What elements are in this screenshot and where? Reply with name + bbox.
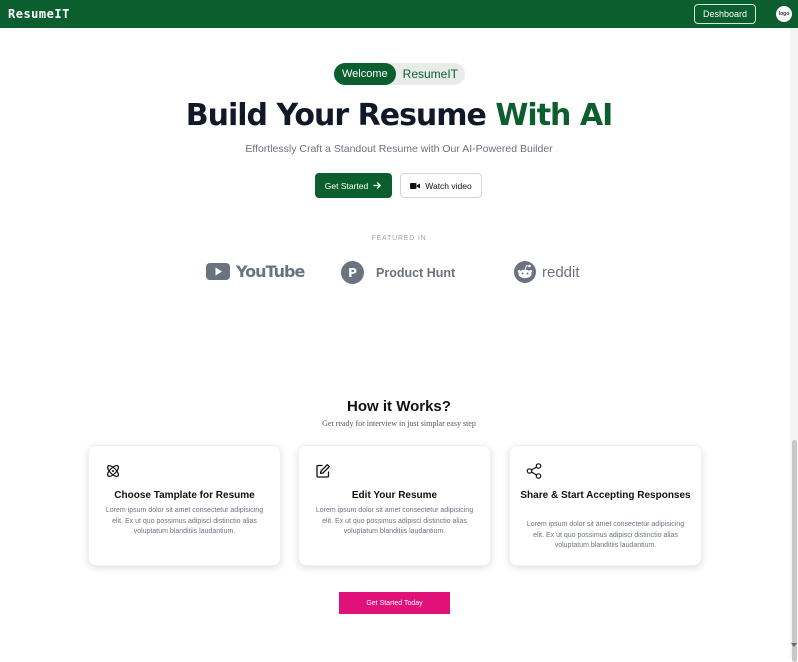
share-icon	[526, 463, 542, 479]
step-card-choose-template: Choose Tamplate for Resume Lorem ipsum d…	[88, 445, 281, 566]
youtube-icon	[206, 263, 230, 280]
step-card-title: Edit Your Resume	[351, 490, 438, 501]
how-it-works-subtitle: Get ready for interview in just simplar …	[322, 419, 476, 428]
arrow-right-icon	[373, 182, 382, 189]
dashboard-button[interactable]: Deshboard	[693, 4, 756, 24]
hero-subtitle: Effortlessly Craft a Standout Resume wit…	[245, 143, 553, 155]
scrollbar-thumb[interactable]	[792, 440, 797, 662]
atom-icon	[107, 465, 119, 477]
step-card-text: Lorem ipsum dolor sit amet consectetur a…	[315, 507, 474, 535]
step-card-title: Choose Tamplate for Resume	[114, 490, 255, 501]
brand-logo[interactable]: ResumeIT	[8, 7, 70, 21]
featured-in-label: FEATURED IN	[371, 235, 427, 242]
step-card-share: Share & Start Accepting Responses Lorem …	[509, 445, 702, 566]
welcome-pill: Welcome ResumeIT	[334, 63, 465, 85]
step-card-edit-resume: Edit Your Resume Lorem ipsum dolor sit a…	[298, 445, 491, 566]
get-started-label: Get Started	[324, 180, 369, 191]
youtube-logo: YouTube	[206, 262, 305, 281]
get-started-today-button[interactable]: Get Started Today	[339, 592, 450, 614]
how-it-works-title: How it Works?	[347, 398, 451, 415]
svg-text:P: P	[348, 266, 357, 280]
welcome-pill-text: ResumeIT	[402, 67, 459, 81]
edit-icon	[316, 464, 330, 478]
hero-title-accent: With AI	[495, 98, 613, 133]
get-started-button[interactable]: Get Started	[315, 173, 392, 198]
reddit-logo: reddit	[514, 261, 580, 283]
watch-video-label: Watch video	[425, 180, 472, 191]
welcome-tag: Welcome	[334, 63, 396, 85]
scroll-down-arrow-icon[interactable]	[791, 643, 797, 647]
reddit-logo-text: reddit	[542, 263, 580, 281]
top-nav-actions: Deshboard logo	[693, 4, 792, 24]
youtube-logo-text: YouTube	[236, 262, 305, 281]
step-card-text: Lorem ipsum dolor sit amet consectetur a…	[526, 521, 685, 549]
step-card-title: Share & Start Accepting Responses	[520, 490, 691, 501]
step-card-text: Lorem ipsum dolor sit amet consectetur a…	[105, 507, 264, 535]
top-nav-bar: ResumeIT Deshboard logo	[0, 0, 798, 28]
reddit-icon	[514, 261, 536, 283]
product-hunt-logo: P Product Hunt	[341, 261, 455, 284]
product-hunt-icon: P	[341, 261, 364, 284]
product-hunt-logo-text: Product Hunt	[376, 265, 456, 280]
hero-title-main: Build Your Resume	[185, 98, 496, 133]
watch-video-button[interactable]: Watch video	[400, 173, 482, 198]
avatar[interactable]: logo	[776, 6, 792, 22]
video-camera-icon	[410, 182, 421, 189]
hero-title: Build Your Resume With AI	[0, 98, 798, 133]
